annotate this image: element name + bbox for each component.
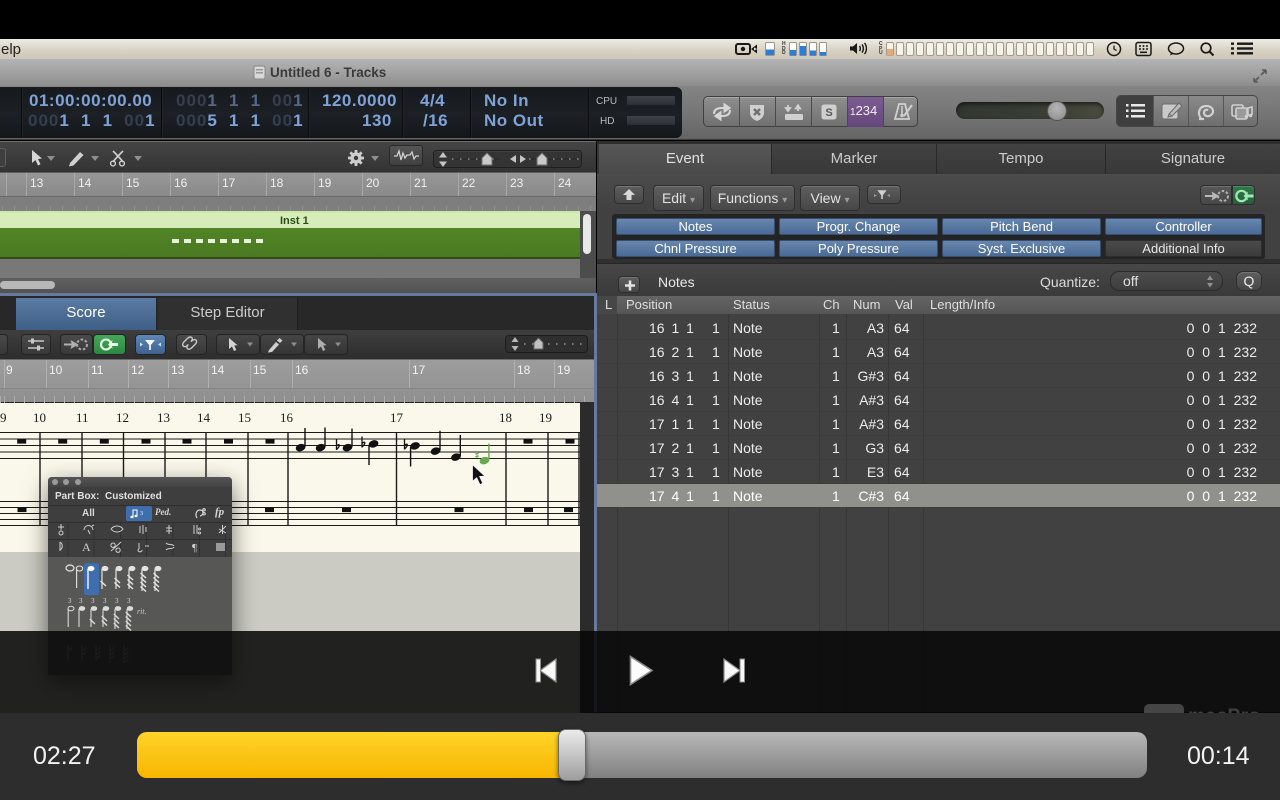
svg-text:A: A — [82, 540, 91, 554]
svg-text:3: 3 — [115, 597, 119, 605]
svg-text:9: 9 — [0, 410, 7, 425]
svg-text:¶: ¶ — [192, 542, 197, 554]
svg-text:3: 3 — [68, 597, 72, 605]
svg-text:S: S — [825, 107, 832, 119]
svg-text:18: 18 — [499, 410, 512, 425]
svg-text:17: 17 — [390, 410, 404, 425]
svg-text:16: 16 — [280, 410, 294, 425]
svg-text:11: 11 — [76, 410, 89, 425]
svg-text:15: 15 — [238, 410, 251, 425]
svg-text:3: 3 — [103, 597, 107, 605]
svg-text:13: 13 — [157, 410, 170, 425]
svg-text:3: 3 — [140, 511, 143, 517]
svg-text:12: 12 — [116, 410, 129, 425]
svg-text:14: 14 — [197, 410, 211, 425]
svg-text:3: 3 — [79, 597, 83, 605]
svg-text:19: 19 — [539, 410, 552, 425]
svg-text:3: 3 — [127, 597, 131, 605]
svg-text:rit.: rit. — [137, 607, 147, 616]
svg-text:3: 3 — [91, 597, 95, 605]
svg-text:10: 10 — [33, 410, 46, 425]
